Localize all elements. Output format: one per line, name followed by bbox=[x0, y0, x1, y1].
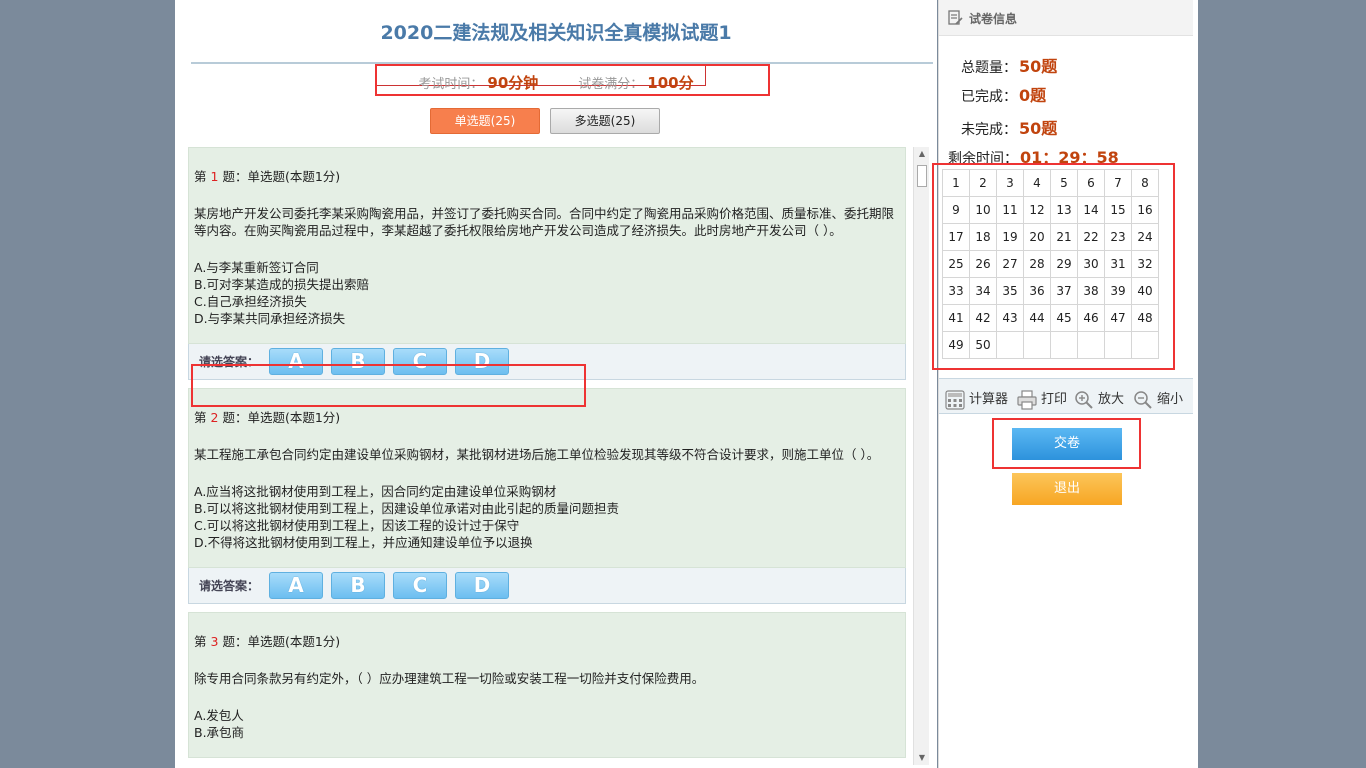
info-highlight-box bbox=[375, 64, 770, 96]
question-stem: 除专用合同条款另有约定外，（ ）应办理建筑工程一切险或安装工程一切险并支付保险费… bbox=[194, 671, 705, 686]
question-type: 题：单选题(本题1分) bbox=[222, 410, 341, 425]
zoom-in-label: 放大 bbox=[1098, 392, 1125, 407]
answer-option-d-button[interactable]: D bbox=[455, 572, 510, 599]
scroll-down-icon[interactable]: ▼ bbox=[914, 751, 930, 765]
total-count-value: 50题 bbox=[1019, 57, 1058, 76]
question-body: 第 3 题：单选题(本题1分) 除专用合同条款另有约定外，（ ）应办理建筑工程一切… bbox=[188, 612, 906, 758]
question-option: B.承包商 bbox=[194, 725, 245, 740]
question-stem: 某工程施工承包合同约定由建设单位采购钢材，某批钢材进场后施工单位检验发现其等级不… bbox=[194, 447, 880, 462]
done-count: 已完成： 0题 bbox=[961, 82, 1046, 106]
question-option: A.与李某重新签订合同 bbox=[194, 260, 319, 275]
answer-highlight-box bbox=[191, 364, 586, 407]
document-edit-icon bbox=[948, 10, 963, 25]
question-block: 第 3 题：单选题(本题1分) 除专用合同条款另有约定外，（ ）应办理建筑工程一切… bbox=[188, 612, 906, 758]
calculator-button[interactable]: 计算器 bbox=[944, 388, 1008, 411]
question-prefix: 第 bbox=[194, 634, 207, 649]
exit-exam-button[interactable]: 退出 bbox=[1012, 473, 1122, 505]
question-number: 2 bbox=[210, 410, 219, 425]
question-option: C.可以将这批钢材使用到工程上，因该工程的设计过于保守 bbox=[194, 518, 520, 533]
calculator-icon bbox=[945, 389, 965, 410]
tool-bar: 计算器 打印 放大 缩小 bbox=[939, 378, 1193, 414]
question-body: 第 1 题：单选题(本题1分) 某房地产开发公司委托李某采购陶瓷用品，并签订了委托… bbox=[188, 147, 906, 344]
calculator-label: 计算器 bbox=[969, 392, 1009, 407]
submit-highlight-box bbox=[992, 418, 1141, 469]
question-option: B.可对李某造成的损失提出索赔 bbox=[194, 277, 370, 292]
print-button[interactable]: 打印 bbox=[1016, 388, 1067, 411]
exam-main-panel: 2020二建法规及相关知识全真模拟试题1 考试时间： 90分钟 试卷满分： 100分 … bbox=[175, 0, 937, 768]
question-scrollbar[interactable]: ▲ ▼ bbox=[913, 147, 929, 765]
question-option: B.可以将这批钢材使用到工程上，因建设单位承诺对由此引起的质量问题担责 bbox=[194, 501, 620, 516]
zoom-in-button[interactable]: 放大 bbox=[1073, 388, 1124, 411]
question-type: 题：单选题(本题1分) bbox=[222, 634, 341, 649]
question-number: 1 bbox=[210, 169, 219, 184]
exam-sidebar: 试卷信息 总题量： 50题 已完成： 0题 未完成： 50题 剩余时间： 01：29：5… bbox=[932, 0, 1198, 768]
sidebar-header: 试卷信息 bbox=[939, 0, 1193, 36]
question-prefix: 第 bbox=[194, 169, 207, 184]
answer-label: 请选答案： bbox=[199, 579, 260, 593]
tab-single-choice[interactable]: 单选题(25) bbox=[430, 108, 540, 134]
zoom-out-button[interactable]: 缩小 bbox=[1132, 388, 1183, 411]
question-body: 第 2 题：单选题(本题1分) 某工程施工承包合同约定由建设单位采购钢材，某批钢材… bbox=[188, 388, 906, 568]
answer-option-c-button[interactable]: C bbox=[393, 572, 448, 599]
question-type: 题：单选题(本题1分) bbox=[222, 169, 341, 184]
undone-count-label: 未完成： bbox=[961, 122, 1017, 138]
printer-icon bbox=[1017, 389, 1037, 410]
question-number: 3 bbox=[210, 634, 219, 649]
grid-highlight-box bbox=[932, 163, 1175, 370]
question-block: 第 1 题：单选题(本题1分) 某房地产开发公司委托李某采购陶瓷用品，并签订了委托… bbox=[188, 147, 906, 380]
answer-bar: 请选答案： A B C D bbox=[188, 568, 906, 604]
exam-title: 2020二建法规及相关知识全真模拟试题1 bbox=[380, 22, 732, 44]
question-stem: 某房地产开发公司委托李某采购陶瓷用品，并签订了委托购买合同。合同中约定了陶瓷用品… bbox=[194, 206, 895, 238]
zoom-in-icon bbox=[1075, 390, 1093, 409]
done-count-label: 已完成： bbox=[961, 89, 1017, 105]
answer-option-a-button[interactable]: A bbox=[269, 572, 324, 599]
undone-count: 未完成： 50题 bbox=[961, 115, 1057, 139]
done-count-value: 0题 bbox=[1019, 86, 1047, 105]
tab-multiple-choice[interactable]: 多选题(25) bbox=[550, 108, 660, 134]
question-option: D.与李某共同承担经济损失 bbox=[194, 311, 346, 326]
question-block: 第 2 题：单选题(本题1分) 某工程施工承包合同约定由建设单位采购钢材，某批钢材… bbox=[188, 388, 906, 604]
question-prefix: 第 bbox=[194, 410, 207, 425]
sidebar-header-title: 试卷信息 bbox=[969, 12, 1018, 26]
total-count-label: 总题量： bbox=[961, 60, 1017, 76]
print-label: 打印 bbox=[1041, 392, 1068, 407]
question-option: A.应当将这批钢材使用到工程上，因合同约定由建设单位采购钢材 bbox=[194, 484, 557, 499]
scroll-thumb[interactable] bbox=[917, 165, 927, 187]
question-header: 第 1 题：单选题(本题1分) bbox=[194, 168, 900, 185]
question-option: C.自己承担经济损失 bbox=[194, 294, 307, 309]
undone-count-value: 50题 bbox=[1019, 119, 1058, 138]
question-list: 第 1 题：单选题(本题1分) 某房地产开发公司委托李某采购陶瓷用品，并签订了委托… bbox=[188, 147, 908, 765]
question-option: A.发包人 bbox=[194, 708, 244, 723]
scroll-up-icon[interactable]: ▲ bbox=[914, 147, 930, 161]
zoom-out-label: 缩小 bbox=[1157, 392, 1184, 407]
question-header: 第 3 题：单选题(本题1分) bbox=[194, 633, 900, 650]
zoom-out-icon bbox=[1134, 390, 1152, 409]
answer-option-b-button[interactable]: B bbox=[331, 572, 386, 599]
question-header: 第 2 题：单选题(本题1分) bbox=[194, 409, 900, 426]
question-option: D.不得将这批钢材使用到工程上，并应通知建设单位予以退换 bbox=[194, 535, 533, 550]
total-count: 总题量： 50题 bbox=[961, 53, 1057, 77]
